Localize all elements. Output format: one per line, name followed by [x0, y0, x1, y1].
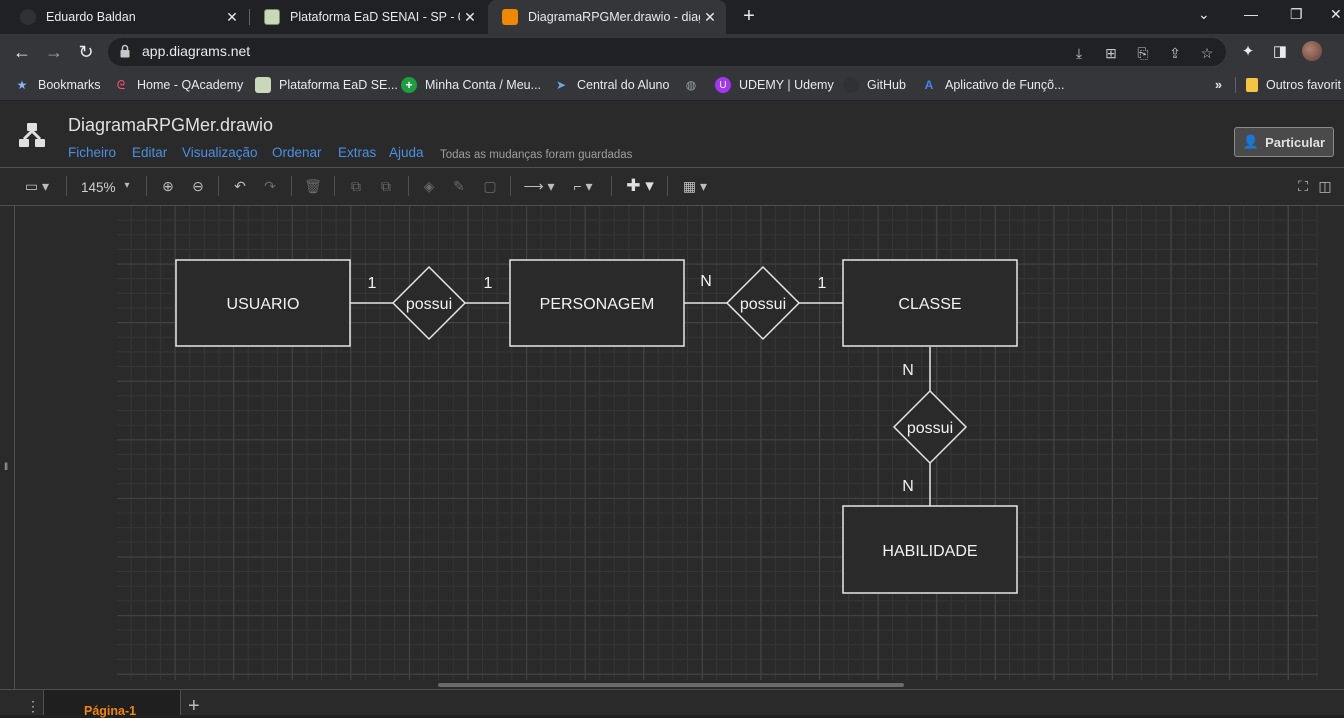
- cardinality-label: 1: [368, 275, 377, 292]
- cardinality-label: N: [902, 362, 914, 379]
- page-tab-label: Página-1: [84, 704, 137, 718]
- entity-label-personagem: PERSONAGEM: [540, 296, 655, 313]
- page-bar: ⋮ Página-1 +: [0, 689, 1344, 718]
- er-diagram: USUARIO PERSONAGEM CLASSE HABILIDADE pos…: [175, 259, 1018, 594]
- cardinality-label: 1: [818, 275, 827, 292]
- add-page-icon[interactable]: +: [188, 695, 200, 718]
- entity-label-usuario: USUARIO: [227, 296, 300, 313]
- page-tab[interactable]: Página-1: [43, 690, 181, 718]
- cardinality-label: N: [902, 478, 914, 495]
- relationship-label: possui: [740, 296, 786, 313]
- entity-label-habilidade: HABILIDADE: [882, 543, 977, 560]
- relationship-label: possui: [406, 296, 452, 313]
- cardinality-label: N: [700, 273, 712, 290]
- entity-label-classe: CLASSE: [898, 296, 961, 313]
- pages-menu-icon[interactable]: ⋮: [26, 698, 40, 715]
- cardinality-label: 1: [484, 275, 493, 292]
- relationship-label: possui: [907, 420, 953, 437]
